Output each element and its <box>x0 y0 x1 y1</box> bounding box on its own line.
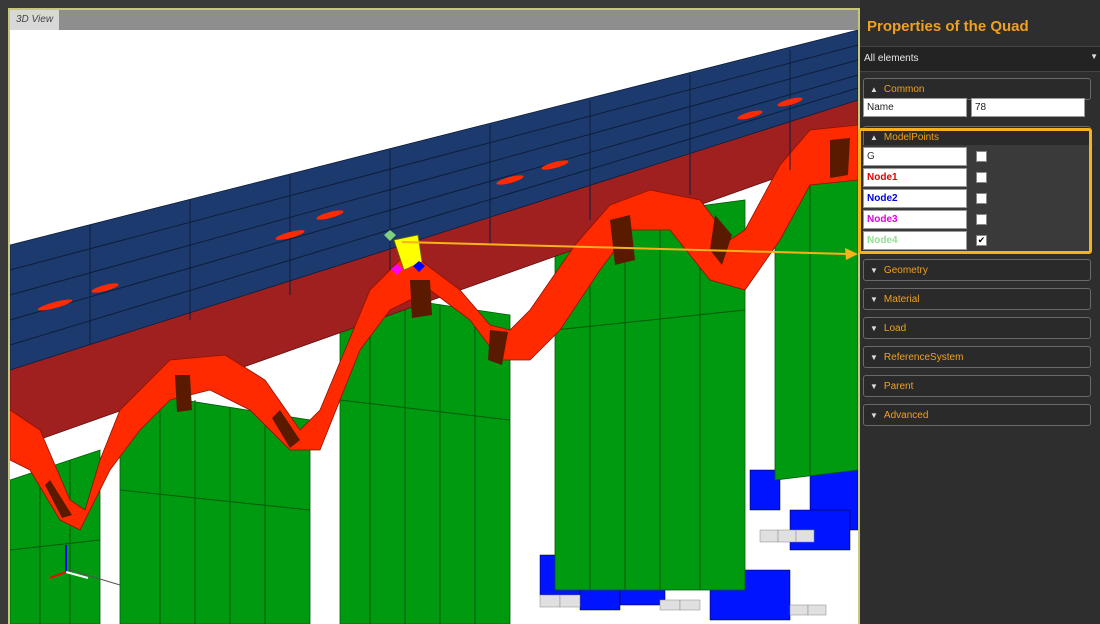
expand-triangle-icon: ▼ <box>870 411 878 420</box>
modelpoint-label-g: G <box>863 147 967 166</box>
model-scene[interactable] <box>10 30 858 624</box>
section-material[interactable]: ▼ Material <box>863 288 1091 310</box>
expand-triangle-icon: ▼ <box>870 324 878 333</box>
modelpoint-checkbox-node1[interactable] <box>976 172 987 183</box>
section-geometry[interactable]: ▼ Geometry <box>863 259 1091 281</box>
collapse-triangle-icon: ▲ <box>870 133 878 142</box>
modelpoint-label-node1: Node1 <box>863 168 967 187</box>
chevron-down-icon: ▼ <box>1090 52 1098 61</box>
expand-triangle-icon: ▼ <box>870 353 878 362</box>
modelpoint-checkbox-node4[interactable]: ✔ <box>976 235 987 246</box>
section-load[interactable]: ▼ Load <box>863 317 1091 339</box>
properties-panel: Properties of the Quad All elements ▼ ▲ C… <box>860 0 1100 624</box>
name-value-field[interactable]: 78 <box>971 98 1085 117</box>
modelpoint-label-node3: Node3 <box>863 210 967 229</box>
name-label: Name <box>863 98 967 117</box>
modelpoint-label-node4: Node4 <box>863 231 967 250</box>
element-filter-dropdown[interactable]: All elements ▼ <box>860 46 1100 72</box>
section-common-label: Common <box>883 84 925 95</box>
view-tab-bar: 3D View <box>10 10 858 30</box>
modelpoint-checkbox-node3[interactable] <box>976 214 987 225</box>
view-tab-3d[interactable]: 3D View <box>10 10 60 30</box>
section-advanced[interactable]: ▼ Advanced <box>863 404 1091 426</box>
section-common[interactable]: ▲ Common <box>863 78 1091 100</box>
collapse-triangle-icon: ▲ <box>870 85 878 94</box>
element-filter-value: All elements <box>864 53 919 64</box>
expand-triangle-icon: ▼ <box>870 295 878 304</box>
section-parent[interactable]: ▼ Parent <box>863 375 1091 397</box>
modelpoint-checkbox-node2[interactable] <box>976 193 987 204</box>
section-material-label: Material <box>883 294 920 305</box>
section-referencesystem[interactable]: ▼ ReferenceSystem <box>863 346 1091 368</box>
section-referencesystem-label: ReferenceSystem <box>883 352 964 363</box>
section-advanced-label: Advanced <box>883 410 929 421</box>
expand-triangle-icon: ▼ <box>870 382 878 391</box>
modelpoint-label-node2: Node2 <box>863 189 967 208</box>
section-parent-label: Parent <box>883 381 914 392</box>
panel-title: Properties of the Quad <box>867 18 1029 35</box>
section-load-label: Load <box>883 323 907 334</box>
section-modelpoints-label: ModelPoints <box>883 132 939 143</box>
section-geometry-label: Geometry <box>883 265 928 276</box>
modelpoint-checkbox-g[interactable] <box>976 151 987 162</box>
expand-triangle-icon: ▼ <box>870 266 878 275</box>
